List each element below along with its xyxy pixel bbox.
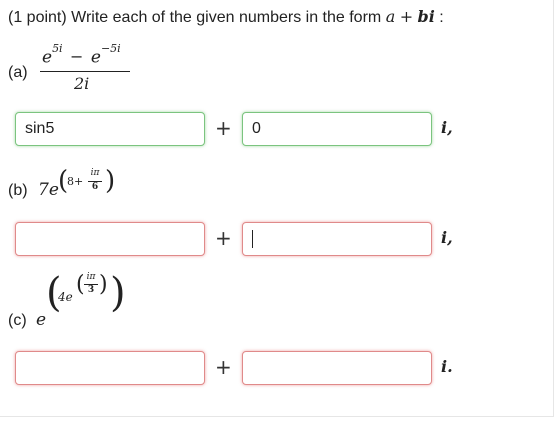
form-bi: bi — [417, 7, 435, 26]
part-b-close-paren: ) — [105, 166, 116, 196]
part-a-imag-unit: i, — [441, 118, 453, 137]
part-a-real-input[interactable]: sin5 — [15, 112, 205, 146]
part-b-expression: 7e ( 8+ iπ 6 ) — [38, 160, 128, 204]
part-b-real-input[interactable] — [15, 222, 205, 256]
part-c-label: (c) — [8, 312, 27, 329]
form-a: a — [385, 7, 396, 26]
part-a-num-base1: e — [42, 47, 53, 68]
part-b-exp-frac-num: iπ — [90, 168, 100, 178]
part-a-num-minus: − — [70, 47, 84, 67]
part-b-imag-unit: i, — [441, 228, 453, 247]
part-c-inner-close-paren: ) — [99, 272, 108, 297]
problem-card: (1 point) Write each of the given number… — [0, 0, 554, 417]
part-c-real-input[interactable] — [15, 351, 205, 385]
part-c-imag-input[interactable] — [242, 351, 432, 385]
part-c-inner-frac-den: 3 — [87, 285, 95, 295]
part-a-plus: + — [215, 116, 232, 140]
part-b-exp-left: 8+ — [67, 175, 84, 188]
prompt-text: Write each of the given numbers in the f… — [71, 9, 382, 26]
part-c-inner-coef: 4e — [58, 290, 73, 304]
part-b-coef: 7e — [38, 180, 59, 200]
part-a-denominator: 2i — [74, 74, 90, 93]
form-colon: : — [439, 9, 444, 26]
part-a-imag-input[interactable]: 0 — [242, 112, 432, 146]
part-b-label: (b) — [8, 182, 28, 199]
problem-title: (1 point) Write each of the given number… — [8, 7, 444, 27]
part-c-base: e — [36, 310, 47, 330]
part-c-imag-unit: i. — [441, 357, 453, 376]
part-a-fraction-bar — [40, 71, 130, 72]
part-c-outer-close-paren: ) — [110, 270, 126, 316]
part-c-inner-frac-num: iπ — [86, 272, 96, 282]
part-c-plus: + — [215, 355, 232, 379]
part-b-imag-input[interactable] — [242, 222, 432, 256]
form-plus: + — [399, 7, 414, 26]
part-a-num-exp2: −5i — [100, 42, 121, 55]
part-b-plus: + — [215, 226, 232, 250]
part-b-exp-frac-den: 6 — [91, 182, 99, 192]
part-a-expression: e5i − e−5i 2i — [40, 42, 132, 100]
part-a-num-base2: e — [90, 47, 101, 68]
part-c-expression: e ( 4e ( iπ 3 ) ) — [34, 266, 134, 332]
part-a-num-exp1: 5i — [52, 42, 63, 55]
part-a-label: (a) — [8, 64, 28, 81]
points-label: (1 point) — [8, 9, 67, 26]
part-a-numerator: e5i − e−5i — [42, 42, 121, 68]
text-cursor — [252, 229, 253, 248]
